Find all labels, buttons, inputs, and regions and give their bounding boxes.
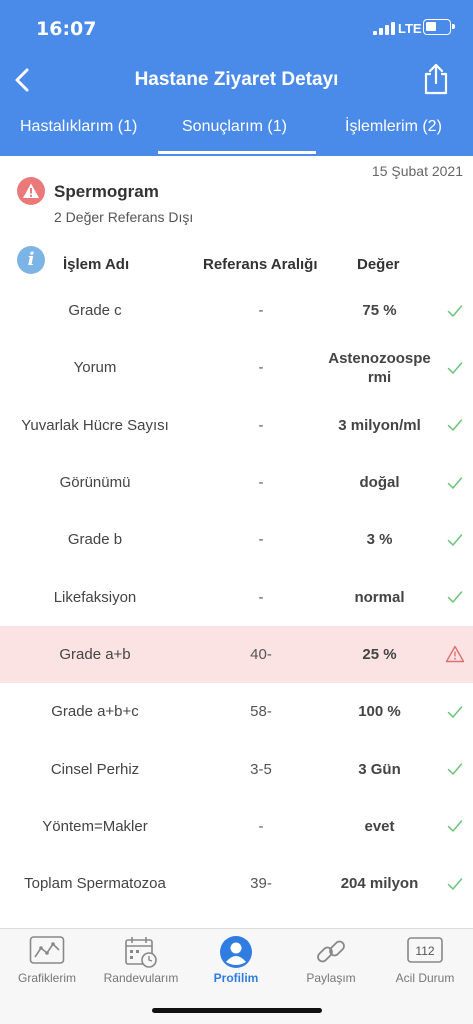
row-value: Astenozoospe rmi xyxy=(328,349,431,386)
calendar-icon xyxy=(125,937,157,968)
status-time: 16:07 xyxy=(36,18,97,40)
row-name: Toplam Spermatozoa xyxy=(24,875,166,893)
tab-procedures[interactable]: İşlemlerim (2) xyxy=(345,118,442,136)
nav-charts-label: Grafiklerim xyxy=(17,971,76,985)
nav-sharing-label: Paylaşım xyxy=(306,971,356,985)
row-name: Yuvarlak Hücre Sayısı xyxy=(21,416,169,434)
tab-diseases[interactable]: Hastalıklarım (1) xyxy=(20,118,137,136)
check-icon xyxy=(440,568,470,625)
row-name: Grade a+b xyxy=(59,645,131,663)
row-value: 3 Gün xyxy=(358,760,401,778)
emergency-badge: 112 xyxy=(415,944,434,958)
row-reference: 58- xyxy=(250,703,272,721)
table-row[interactable]: Yuvarlak Hücre Sayısı - 3 milyon/ml xyxy=(0,397,473,454)
active-tab-indicator xyxy=(158,151,316,154)
row-value: doğal xyxy=(359,474,400,492)
check-icon xyxy=(440,339,470,396)
row-name: Cinsel Perhiz xyxy=(50,760,140,778)
row-reference: - xyxy=(258,302,264,320)
table-row[interactable]: Yöntem=Makler - evet xyxy=(0,798,473,855)
table-row[interactable]: Grade a+b 40- 25 % xyxy=(0,625,473,684)
page-title: Hastane Ziyaret Detayı xyxy=(134,69,339,90)
row-value: 25 % xyxy=(362,645,397,663)
profile-icon xyxy=(220,936,252,968)
result-title: Spermogram xyxy=(54,182,159,201)
row-name: Grade b xyxy=(67,531,123,549)
row-reference: - xyxy=(258,474,264,492)
row-value: normal xyxy=(354,588,405,606)
info-icon[interactable]: i xyxy=(17,246,45,274)
row-value: 204 milyon xyxy=(340,875,419,893)
table-row[interactable]: Cinsel Perhiz 3-5 3 Gün xyxy=(0,740,473,797)
check-icon xyxy=(440,454,470,511)
nav-appointments[interactable]: Randevularım xyxy=(94,929,188,999)
warning-status-icon xyxy=(440,626,470,683)
nav-emergency[interactable]: 112 Acil Durum xyxy=(378,929,472,999)
row-value: 3 milyon/ml xyxy=(338,416,421,434)
row-name: Grade c xyxy=(68,302,122,320)
row-name: Yorum xyxy=(73,359,117,377)
signal-icon xyxy=(373,22,395,35)
check-icon xyxy=(440,740,470,797)
check-icon xyxy=(440,397,470,454)
link-icon xyxy=(317,940,345,963)
table-row[interactable]: Toplam Spermatozoa 39- 204 milyon xyxy=(0,855,473,912)
row-reference: 39- xyxy=(250,875,272,893)
row-name: Görünümü xyxy=(59,474,131,492)
chart-icon xyxy=(29,936,65,964)
share-button[interactable] xyxy=(420,62,452,96)
check-icon xyxy=(440,798,470,855)
row-reference: 3-5 xyxy=(250,760,272,778)
emergency-icon: 112 xyxy=(407,937,443,963)
home-indicator xyxy=(152,1008,322,1013)
check-icon xyxy=(440,683,470,740)
nav-appointments-label: Randevularım xyxy=(103,971,179,985)
nav-charts[interactable]: Grafiklerim xyxy=(0,929,94,999)
row-name: Grade a+b+c xyxy=(51,703,139,721)
table-row[interactable]: Likefaksiyon - normal xyxy=(0,568,473,625)
check-icon xyxy=(440,855,470,912)
check-icon xyxy=(440,282,470,339)
results-table: Grade c - 75 % Yorum - Astenozoospe rmi Yuvarl… xyxy=(0,282,473,912)
nav-emergency-label: Acil Durum xyxy=(395,971,455,985)
row-value: evet xyxy=(364,817,395,835)
nav-profile-label: Profilim xyxy=(213,971,259,985)
table-row[interactable]: Görünümü - doğal xyxy=(0,454,473,511)
warning-icon xyxy=(17,177,45,205)
row-reference: - xyxy=(258,817,264,835)
column-header-value: Değer xyxy=(357,256,400,273)
row-reference: - xyxy=(258,416,264,434)
row-name: Likefaksiyon xyxy=(53,588,137,606)
check-icon xyxy=(440,511,470,568)
network-label: LTE xyxy=(398,21,422,36)
nav-sharing[interactable]: Paylaşım xyxy=(284,929,378,999)
result-subtitle: 2 Değer Referans Dışı xyxy=(54,209,194,225)
battery-icon xyxy=(423,19,455,35)
row-name: Yöntem=Makler xyxy=(42,817,148,835)
tab-results[interactable]: Sonuçlarım (1) xyxy=(182,118,287,136)
row-reference: 40- xyxy=(250,645,272,663)
row-value: 3 % xyxy=(366,531,393,549)
table-row[interactable]: Grade a+b+c 58- 100 % xyxy=(0,683,473,740)
nav-profile[interactable]: Profilim xyxy=(189,929,283,999)
row-reference: - xyxy=(258,531,264,549)
row-value: 100 % xyxy=(358,703,401,721)
table-row[interactable]: Grade c - 75 % xyxy=(0,282,473,339)
app-header: 16:07 LTE Hastane Ziyaret Detayı Hastalı… xyxy=(0,0,473,156)
result-date: 15 Şubat 2021 xyxy=(371,163,463,179)
tab-bar: Hastalıklarım (1) Sonuçlarım (1) İşlemle… xyxy=(0,106,473,156)
row-reference: - xyxy=(258,359,264,377)
status-bar: 16:07 LTE xyxy=(0,0,473,56)
table-row[interactable]: Yorum - Astenozoospe rmi xyxy=(0,339,473,396)
row-value: 75 % xyxy=(362,302,397,320)
share-icon xyxy=(424,63,448,95)
row-reference: - xyxy=(258,588,264,606)
table-row[interactable]: Grade b - 3 % xyxy=(0,511,473,568)
column-header-reference: Referans Aralığı xyxy=(203,256,318,273)
column-header-name: İşlem Adı xyxy=(63,256,130,273)
nav-bar: Hastane Ziyaret Detayı xyxy=(0,56,473,106)
